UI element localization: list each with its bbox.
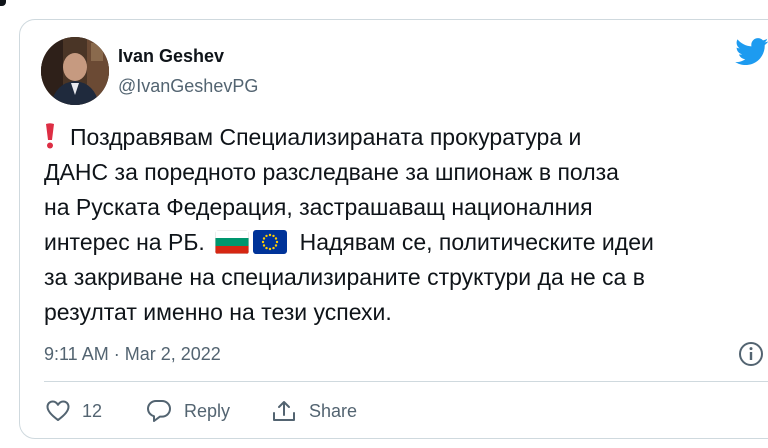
twitter-bird-icon[interactable] — [735, 38, 768, 66]
tweet-text: Поздравявам Специализираната прокуратура… — [44, 120, 768, 330]
share-label: Share — [309, 400, 358, 421]
avatar-photo — [41, 37, 109, 105]
author-handle[interactable]: @IvanGeshevPG — [118, 75, 258, 97]
reply-label: Reply — [184, 400, 231, 421]
actions-divider — [44, 381, 768, 382]
red-exclamation-icon — [44, 123, 56, 149]
tweet-timestamp[interactable]: 9:11 AM · Mar 2, 2022 — [44, 343, 221, 365]
tweet-text-line-4: интерес на РБ. Надявам се, политическите… — [44, 229, 654, 255]
author-name[interactable]: Ivan Geshev — [118, 45, 224, 67]
tweet-text-line-5: за закриване на специализираните структу… — [44, 264, 645, 290]
share-button[interactable]: Share — [271, 398, 357, 424]
like-button[interactable]: 12 — [46, 398, 102, 424]
heart-icon — [46, 400, 70, 421]
info-icon[interactable] — [738, 341, 764, 367]
tweet-text-line-3: на Руската Федерация, застрашаващ национ… — [44, 194, 593, 220]
tweet-text-line-1: Поздравявам Специализираната прокуратура… — [44, 120, 768, 155]
share-icon — [273, 401, 295, 421]
bulgaria-flag-icon — [215, 230, 250, 254]
author-avatar[interactable] — [41, 37, 109, 105]
reply-bubble-icon — [147, 400, 171, 422]
tweet-text-line-2: ДАНС за поредното разследване за шпионаж… — [44, 159, 619, 185]
like-count: 12 — [82, 400, 103, 421]
page-corner-mark — [0, 0, 6, 6]
reply-button[interactable]: Reply — [146, 398, 230, 424]
eu-flag-icon — [253, 230, 288, 254]
tweet-text-line-6: резултат именно на тези успехи. — [44, 299, 392, 325]
